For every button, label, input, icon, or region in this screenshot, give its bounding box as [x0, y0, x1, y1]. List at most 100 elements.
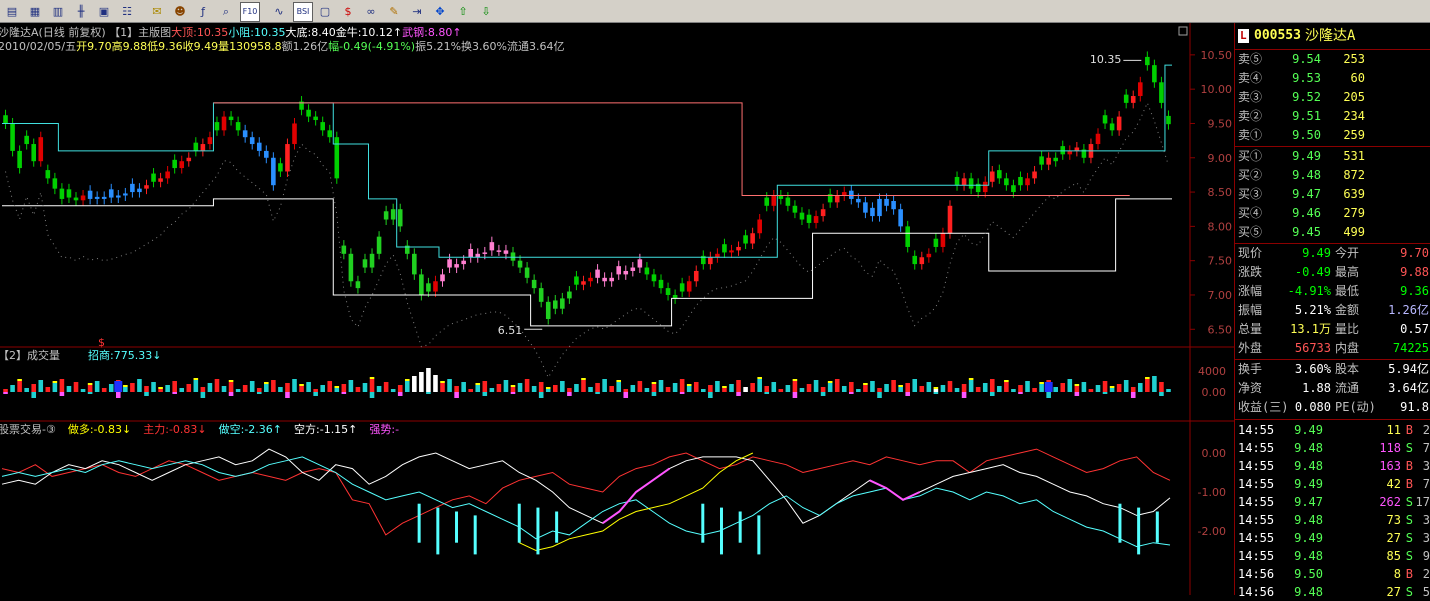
volume-bar [94, 381, 100, 392]
volume-bar [870, 381, 875, 392]
maximize-icon[interactable] [1178, 26, 1188, 36]
candle-body [489, 242, 495, 251]
candle-body [785, 197, 791, 206]
volume-bar [235, 389, 241, 392]
candle-body [567, 291, 572, 299]
candle-body [137, 188, 142, 193]
candle-body [207, 137, 213, 145]
candle-body [560, 298, 565, 309]
volume-neg-bar [397, 392, 403, 396]
tick-row: 14:55 9.49 27 S 3 [1235, 529, 1430, 547]
volume-bar [87, 385, 93, 392]
dotted-ma-line [5, 101, 1169, 379]
volume-bar [1109, 388, 1115, 392]
candle-body [235, 122, 241, 131]
indicator-legend-item: 股票交易-③ [0, 422, 56, 436]
candle-body [792, 205, 798, 213]
volume-bar [158, 389, 163, 392]
bsi-icon[interactable]: BSI [293, 2, 313, 22]
toolbar: ▤ ▦ ▥ ╫ ▣ ☷ ✉ ☻ ƒ ⌕ F10 ∿ BSI ▢ $ ∞ ✎ ⇥ ✥ ⇧ ⇩ [0, 0, 1430, 23]
candle-body [80, 195, 86, 201]
volume-bar [341, 384, 347, 392]
buy-price: 9.46 [1292, 206, 1321, 220]
table-icon[interactable]: ☷ [118, 2, 136, 20]
candle-body [708, 257, 713, 265]
candle-body [870, 207, 875, 217]
volume-bar [1053, 387, 1058, 392]
volume-bar [66, 386, 72, 392]
volume-bar [1116, 384, 1122, 392]
buy-vol: 279 [1343, 206, 1365, 220]
candle-body [715, 253, 720, 258]
candle-body [144, 185, 149, 189]
exit-icon[interactable]: ⇥ [408, 2, 426, 20]
candle-body [1018, 176, 1023, 186]
link-icon[interactable]: ∞ [362, 2, 380, 20]
volume-bar [440, 383, 445, 392]
trend-icon[interactable]: ∿ [270, 2, 288, 20]
volume-bar [186, 384, 192, 392]
strong-segment [602, 467, 671, 525]
candle-body [1109, 123, 1115, 131]
volume-bar [905, 383, 910, 392]
volume-bar [863, 385, 868, 392]
up-arrow-icon[interactable]: ⇧ [454, 2, 472, 20]
volume-bar [426, 368, 431, 392]
sell-vol: 253 [1343, 52, 1365, 66]
volume-marker [968, 378, 974, 380]
candle-body [1130, 96, 1136, 103]
down-arrow-icon[interactable]: ⇩ [477, 2, 495, 20]
volume-bar [137, 379, 142, 392]
candle-body [531, 279, 537, 289]
sell-vol: 60 [1350, 71, 1365, 85]
grid-icon[interactable]: ▦ [26, 2, 44, 20]
dollar-icon[interactable]: $ [339, 2, 357, 20]
volume-bar [1145, 379, 1150, 392]
tick-row: 14:55 9.48 73 S 3 [1235, 511, 1430, 529]
pencil-icon[interactable]: ✎ [385, 2, 403, 20]
f10-icon[interactable]: F10 [240, 2, 260, 22]
volume-bar [334, 388, 340, 392]
candle-body [989, 171, 995, 182]
mail-icon[interactable]: ✉ [148, 2, 166, 20]
move-icon[interactable]: ✥ [431, 2, 449, 20]
people-icon[interactable]: ☻ [171, 2, 189, 20]
window-icon[interactable]: ▣ [95, 2, 113, 20]
candle-body [757, 219, 762, 234]
volume-neg-bar [59, 392, 65, 396]
tick-row: 14:55 9.48 118 S 7 [1235, 439, 1430, 457]
sell-row: 卖② 9.51 234 [1235, 107, 1430, 125]
search-icon[interactable]: ⌕ [217, 2, 235, 20]
sell-vol: 205 [1343, 90, 1365, 104]
formula-icon[interactable]: ƒ [194, 2, 212, 20]
volume-bar [693, 382, 699, 392]
volume-marker [299, 384, 304, 386]
screen-icon[interactable]: ▢ [316, 2, 334, 20]
volume-bar [856, 389, 861, 392]
report-icon[interactable]: ▤ [3, 2, 21, 20]
volume-bar [31, 384, 37, 392]
volume-bar [891, 380, 896, 392]
volume-bar [637, 381, 643, 392]
candle-body [961, 178, 967, 186]
volume-bar [1152, 376, 1157, 392]
volume-neg-bar [200, 392, 206, 398]
candle-body [130, 183, 135, 193]
sell-row: 卖④ 9.53 60 [1235, 69, 1430, 87]
volume-marker [1074, 384, 1080, 386]
chart-icon[interactable]: ▥ [49, 2, 67, 20]
tick-time: 14:55 [1238, 477, 1275, 491]
header1-item: (日线 前复权) 【1】主版图 [39, 25, 172, 39]
chart-svg[interactable]: 沙隆达A (日线 前复权) 【1】主版图 大顶:10.35 小阻:10.35 大… [0, 23, 1234, 595]
candle-body [412, 253, 417, 275]
kline-icon[interactable]: ╫ [72, 2, 90, 20]
volume-bar [249, 381, 255, 392]
sell-label: 卖② [1238, 109, 1263, 123]
indicator-legend-item: 做空:-2.36↑ [219, 422, 282, 436]
candle-body [1046, 157, 1051, 165]
volume-marker [193, 378, 199, 380]
volume-bar [567, 388, 572, 392]
volume-bar [616, 382, 622, 392]
volume-bar [433, 375, 438, 392]
volume-bar [1088, 389, 1094, 392]
